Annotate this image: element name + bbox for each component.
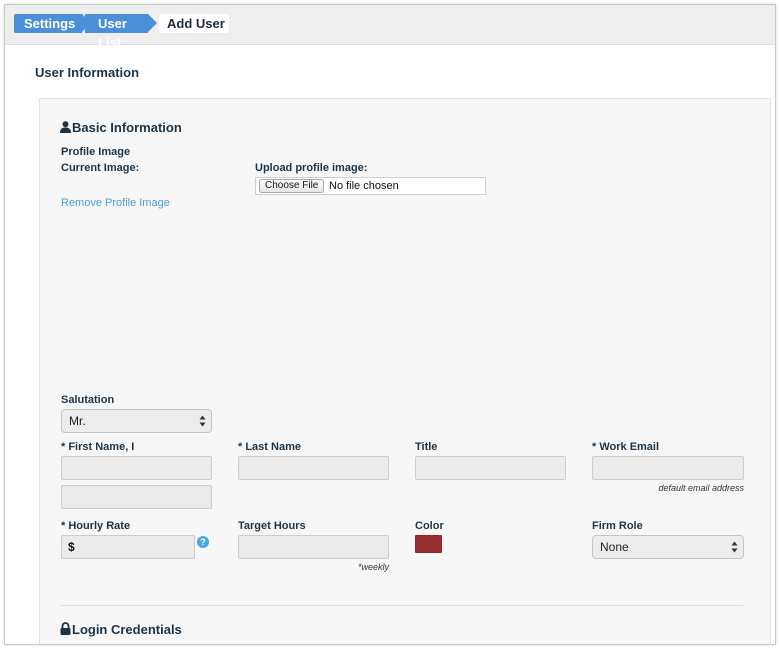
current-image-label: Current Image: bbox=[61, 162, 140, 174]
hourly-rate-input[interactable]: $ bbox=[61, 535, 195, 559]
last-name-input[interactable] bbox=[238, 456, 389, 480]
target-hours-note: *weekly bbox=[357, 562, 389, 572]
work-email-label: * Work Email bbox=[592, 441, 660, 453]
no-file-chosen-text: No file chosen bbox=[329, 180, 399, 192]
breadcrumb-user-list[interactable]: User List bbox=[85, 14, 157, 50]
choose-file-button[interactable]: Choose File bbox=[259, 179, 325, 193]
hourly-rate-label: * Hourly Rate bbox=[61, 520, 131, 532]
salutation-value: Mr. bbox=[69, 414, 86, 428]
target-hours-label: Target Hours bbox=[238, 520, 306, 532]
lock-icon bbox=[60, 622, 71, 638]
profile-image-file-input[interactable]: Choose File No file chosen bbox=[255, 177, 486, 195]
work-email-note: default email address bbox=[658, 483, 744, 493]
question-circle-icon[interactable]: ? bbox=[197, 536, 209, 548]
firm-role-select[interactable]: None bbox=[592, 535, 744, 559]
login-credentials-heading: Login Credentials bbox=[60, 622, 182, 638]
work-email-input[interactable] bbox=[592, 456, 744, 480]
remove-profile-image-link[interactable]: Remove Profile Image bbox=[61, 197, 170, 209]
basic-information-label: Basic Information bbox=[72, 120, 182, 135]
salutation-label: Salutation bbox=[61, 394, 115, 406]
page-section-title: User Information bbox=[35, 65, 140, 80]
user-form-panel: Basic Information Profile Image Current … bbox=[39, 98, 771, 644]
last-name-label: * Last Name bbox=[238, 441, 301, 453]
profile-image-label: Profile Image bbox=[61, 146, 131, 158]
first-name-label: * First Name, I bbox=[61, 441, 135, 453]
firm-role-label: Firm Role bbox=[592, 520, 643, 532]
login-credentials-label: Login Credentials bbox=[72, 622, 182, 637]
color-label: Color bbox=[415, 520, 444, 532]
breadcrumb-current-add-user: Add User bbox=[159, 14, 229, 33]
select-arrows-icon bbox=[731, 541, 738, 553]
firm-role-value: None bbox=[600, 540, 629, 554]
middle-initial-input[interactable] bbox=[61, 485, 212, 509]
upload-profile-image-label: Upload profile image: bbox=[255, 162, 368, 174]
title-input[interactable] bbox=[415, 456, 566, 480]
breadcrumb-settings[interactable]: Settings bbox=[14, 14, 91, 33]
title-label: Title bbox=[415, 441, 438, 453]
first-name-input[interactable] bbox=[61, 456, 212, 480]
basic-information-heading: Basic Information bbox=[60, 120, 182, 136]
breadcrumb: Settings User List Add User bbox=[5, 5, 775, 50]
section-divider bbox=[60, 605, 743, 606]
dollar-prefix: $ bbox=[68, 540, 75, 554]
salutation-select[interactable]: Mr. bbox=[61, 409, 212, 433]
color-swatch[interactable] bbox=[415, 535, 442, 553]
target-hours-input[interactable] bbox=[238, 535, 389, 559]
person-icon bbox=[60, 121, 71, 136]
select-arrows-icon bbox=[199, 415, 206, 427]
app-window: Settings User List Add User User Informa… bbox=[4, 4, 776, 645]
